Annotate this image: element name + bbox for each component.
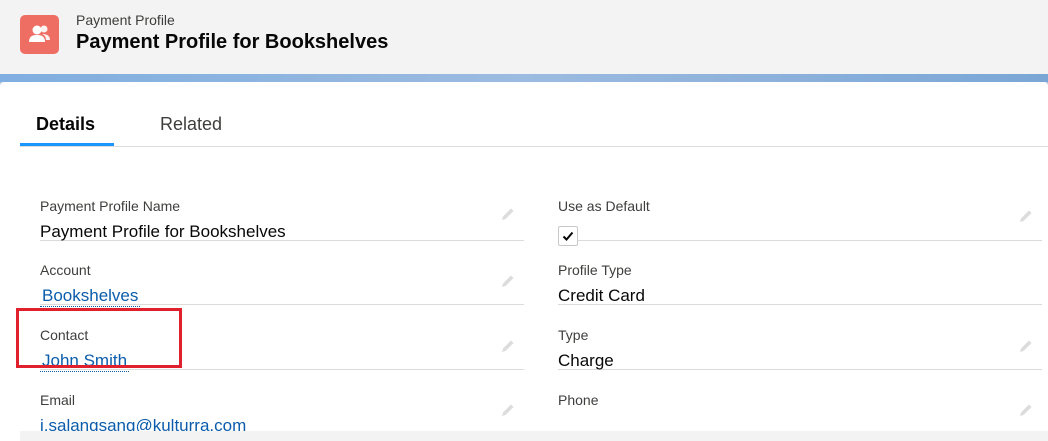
record-header: Payment Profile Payment Profile for Book… — [0, 0, 1048, 75]
header-band — [0, 74, 1048, 82]
field-email: Email j.salangsang@kulturra.com — [40, 370, 524, 435]
object-label: Payment Profile — [76, 12, 175, 28]
pencil-icon[interactable] — [500, 206, 516, 222]
pencil-icon[interactable] — [500, 402, 516, 418]
field-label: Email — [40, 392, 76, 408]
details-card: Details Related Payment Profile Name Pay… — [0, 82, 1048, 441]
field-label: Use as Default — [558, 198, 650, 214]
account-link[interactable]: Bookshelves — [40, 286, 141, 307]
pencil-icon[interactable] — [1018, 338, 1034, 354]
pencil-icon[interactable] — [500, 338, 516, 354]
field-payment-profile-name: Payment Profile Name Payment Profile for… — [40, 176, 524, 241]
field-label: Phone — [558, 392, 599, 408]
tab-bar: Details Related — [20, 82, 1048, 147]
field-label: Profile Type — [558, 262, 632, 278]
field-use-as-default: Use as Default — [558, 176, 1042, 246]
field-value: Credit Card — [558, 286, 645, 305]
contacts-icon — [20, 15, 59, 54]
field-phone: Phone — [558, 370, 1042, 435]
tab-related[interactable]: Related — [160, 114, 222, 135]
page-title: Payment Profile for Bookshelves — [76, 31, 389, 53]
field-label: Type — [558, 327, 589, 343]
field-account: Account Bookshelves — [40, 240, 524, 307]
tab-details[interactable]: Details — [36, 114, 95, 135]
field-value: Bookshelves — [40, 286, 141, 307]
field-type: Type Charge — [558, 305, 1042, 370]
field-label: Payment Profile Name — [40, 198, 181, 214]
field-value: Charge — [558, 351, 614, 370]
section-footer — [20, 431, 1048, 441]
pencil-icon[interactable] — [1018, 208, 1034, 224]
active-tab-indicator — [20, 143, 114, 146]
contact-highlight-box — [16, 308, 182, 368]
pencil-icon[interactable] — [500, 273, 516, 289]
field-label: Account — [40, 262, 91, 278]
field-profile-type: Profile Type Credit Card — [558, 240, 1042, 305]
field-value: Payment Profile for Bookshelves — [40, 222, 286, 241]
pencil-icon[interactable] — [1018, 402, 1034, 418]
